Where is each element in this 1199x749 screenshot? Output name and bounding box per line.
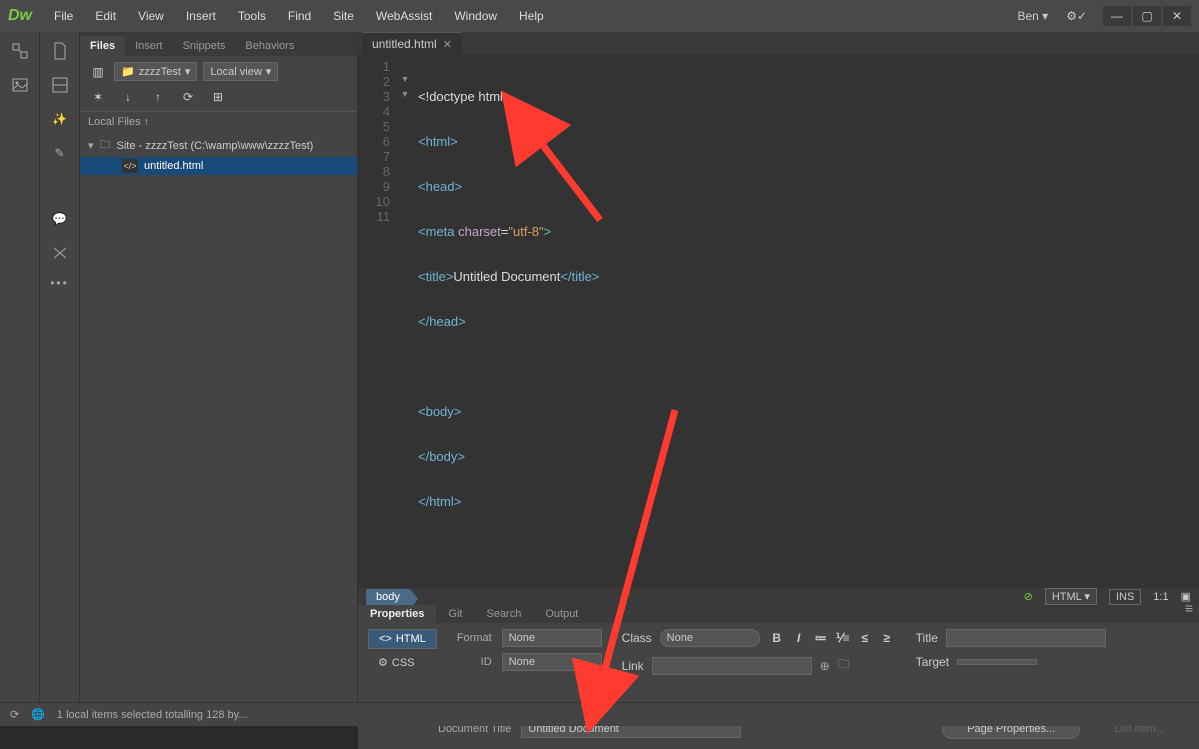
id-label: ID	[457, 656, 492, 668]
menu-webassist[interactable]: WebAssist	[366, 5, 442, 27]
more-tools-icon[interactable]: •••	[50, 276, 69, 290]
brush-icon[interactable]: ✎	[49, 142, 71, 164]
split-icon[interactable]	[49, 74, 71, 96]
extract-icon[interactable]	[9, 40, 31, 62]
title-input[interactable]	[946, 629, 1106, 647]
menubar: Dw File Edit View Insert Tools Find Site…	[0, 0, 1199, 32]
browse-folder-icon[interactable]: 🗀	[838, 655, 850, 676]
tab-git[interactable]: Git	[436, 605, 474, 623]
menu-help[interactable]: Help	[509, 5, 554, 27]
id-select[interactable]: None	[502, 653, 602, 671]
tab-search[interactable]: Search	[474, 605, 533, 623]
italic-icon[interactable]: I	[790, 629, 808, 647]
prop-html-button[interactable]: <> HTML	[368, 629, 437, 649]
format-select[interactable]: None	[502, 629, 602, 647]
folder-icon: 🗀	[100, 136, 111, 155]
bold-icon[interactable]: B	[768, 629, 786, 647]
minimize-button[interactable]: —	[1103, 6, 1131, 26]
menu-edit[interactable]: Edit	[85, 5, 126, 27]
comment-icon[interactable]: 💬	[49, 208, 71, 230]
tab-output[interactable]: Output	[533, 605, 590, 623]
tree-root[interactable]: ▾ 🗀 Site - zzzzTest (C:\wamp\www\zzzzTes…	[80, 134, 357, 157]
breadcrumb-body[interactable]: body	[366, 589, 410, 605]
lang-select[interactable]: HTML ▾	[1045, 588, 1097, 605]
close-tab-icon[interactable]: ✕	[443, 38, 452, 51]
bottom-tabs: Properties Git Search Output ≡	[358, 605, 1199, 623]
maximize-button[interactable]: ▢	[1133, 6, 1161, 26]
get-icon[interactable]: ↓	[120, 89, 136, 105]
code-area[interactable]: 1 2 3 4 5 6 7 8 9 10 11 ▼▼ <!doctype htm…	[358, 55, 1199, 588]
menu-view[interactable]: View	[128, 5, 174, 27]
line-gutter: 1 2 3 4 5 6 7 8 9 10 11	[358, 55, 398, 588]
file-tree: ▾ 🗀 Site - zzzzTest (C:\wamp\www\zzzzTes…	[80, 132, 357, 177]
files-panel: Files Insert Snippets Behaviors ▥ 📁 zzzz…	[80, 32, 358, 702]
menu-tools[interactable]: Tools	[228, 5, 276, 27]
target-select[interactable]	[957, 659, 1037, 665]
connect-icon[interactable]: ✶	[90, 89, 106, 105]
class-select[interactable]: None	[660, 629, 760, 647]
globe-icon[interactable]: 🌐	[31, 708, 45, 721]
status-text: 1 local items selected totalling 128 by.…	[57, 709, 248, 721]
sync-icon[interactable]: ⟳	[180, 89, 196, 105]
panel-menu-icon[interactable]: ≡	[1185, 607, 1193, 610]
cursor-position: 1:1	[1153, 591, 1168, 603]
sync-settings-icon[interactable]: ⚙✓	[1066, 9, 1087, 23]
lint-ok-icon[interactable]: ⊘	[1024, 590, 1033, 603]
image-icon[interactable]	[9, 74, 31, 96]
menu-site[interactable]: Site	[323, 5, 364, 27]
html-file-icon: </>	[122, 159, 138, 173]
menu-insert[interactable]: Insert	[176, 5, 226, 27]
title-label: Title	[916, 631, 938, 645]
expand-icon[interactable]: ⊞	[210, 89, 226, 105]
close-button[interactable]: ✕	[1163, 6, 1191, 26]
wand-icon[interactable]: ✨	[49, 108, 71, 130]
editor: untitled.html ✕ 1 2 3 4 5 6 7 8 9 10 11 …	[358, 32, 1199, 702]
link-input[interactable]	[652, 657, 812, 675]
file-tabs: untitled.html ✕	[358, 32, 1199, 55]
tab-files[interactable]: Files	[80, 36, 125, 56]
target-label: Target	[916, 655, 949, 669]
menu-find[interactable]: Find	[278, 5, 321, 27]
tab-insert[interactable]: Insert	[125, 36, 173, 56]
view-dropdown[interactable]: Local view ▾	[203, 62, 278, 81]
menu-items: File Edit View Insert Tools Find Site We…	[44, 5, 1007, 27]
link-label: Link	[622, 659, 644, 673]
tab-snippets[interactable]: Snippets	[173, 36, 236, 56]
files-header[interactable]: Local Files ↑	[80, 111, 357, 132]
refresh-icon[interactable]: ⟳	[10, 708, 19, 721]
file-tab[interactable]: untitled.html ✕	[362, 32, 462, 55]
ul-icon[interactable]: ≔	[812, 629, 830, 647]
app-logo: Dw	[8, 7, 32, 25]
drive-icon[interactable]: ▥	[88, 63, 108, 81]
prop-css-button[interactable]: ⚙ CSS	[368, 653, 437, 672]
fold-column: ▼▼	[398, 55, 412, 588]
link-target-icon[interactable]: ⊕	[820, 659, 830, 673]
indent-icon[interactable]: ≥	[878, 629, 896, 647]
format-label: Format	[457, 632, 492, 644]
breadcrumb-bar: body ⊘ HTML ▾ INS 1:1 ▣	[358, 588, 1199, 605]
ol-icon[interactable]: ⅟≡	[834, 629, 852, 647]
left-icon-strip	[0, 32, 40, 702]
tool-strip: ✨ ✎ 💬 •••	[40, 32, 80, 702]
properties-panel: <> HTML ⚙ CSS Format None ID None Class …	[358, 623, 1199, 713]
document-icon[interactable]	[49, 40, 71, 62]
collapse-icon[interactable]	[49, 242, 71, 264]
menu-file[interactable]: File	[44, 5, 83, 27]
put-icon[interactable]: ↑	[150, 89, 166, 105]
user-menu[interactable]: Ben ▾	[1007, 5, 1058, 27]
code-lines[interactable]: <!doctype html> <html> <head> <meta char…	[412, 55, 1199, 588]
tab-properties[interactable]: Properties	[358, 605, 436, 623]
tree-file[interactable]: </> untitled.html	[80, 157, 357, 175]
tab-behaviors[interactable]: Behaviors	[235, 36, 304, 56]
site-dropdown[interactable]: 📁 zzzzTest ▾	[114, 62, 197, 81]
status-bar: ⟳ 🌐 1 local items selected totalling 128…	[0, 702, 1199, 726]
menu-window[interactable]: Window	[444, 5, 507, 27]
outdent-icon[interactable]: ≤	[856, 629, 874, 647]
insert-mode[interactable]: INS	[1109, 589, 1141, 605]
class-label: Class	[622, 631, 652, 645]
